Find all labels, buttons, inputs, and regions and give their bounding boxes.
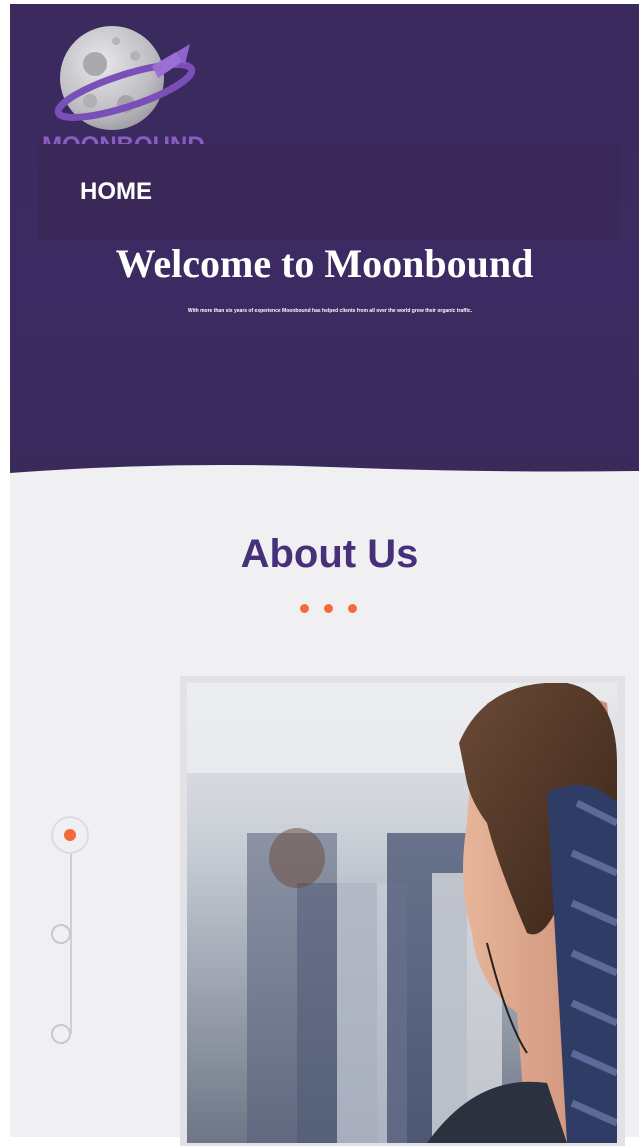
decorative-dots: [300, 604, 370, 616]
hero-title: Welcome to Moonbound: [115, 241, 534, 286]
dot-icon: [300, 604, 309, 613]
about-image: [187, 683, 617, 1143]
hero-section: MOONBOUND HOME Welcome to Moonbound With…: [10, 4, 639, 474]
hero-wave-divider: [10, 465, 639, 474]
dot-icon: [348, 604, 357, 613]
dot-icon: [324, 604, 333, 613]
about-section: About Us: [10, 474, 639, 1146]
timeline-dot-icon[interactable]: [51, 924, 71, 944]
hero-subtitle: With more than six years of experience M…: [187, 308, 473, 314]
about-title: About Us: [240, 532, 419, 576]
timeline-active-inner: [64, 829, 76, 841]
navbar: HOME: [38, 144, 621, 240]
nav-home-link[interactable]: HOME: [80, 178, 152, 206]
timeline-dot-icon[interactable]: [51, 1024, 71, 1044]
timeline-active-dot-icon[interactable]: [51, 816, 89, 854]
